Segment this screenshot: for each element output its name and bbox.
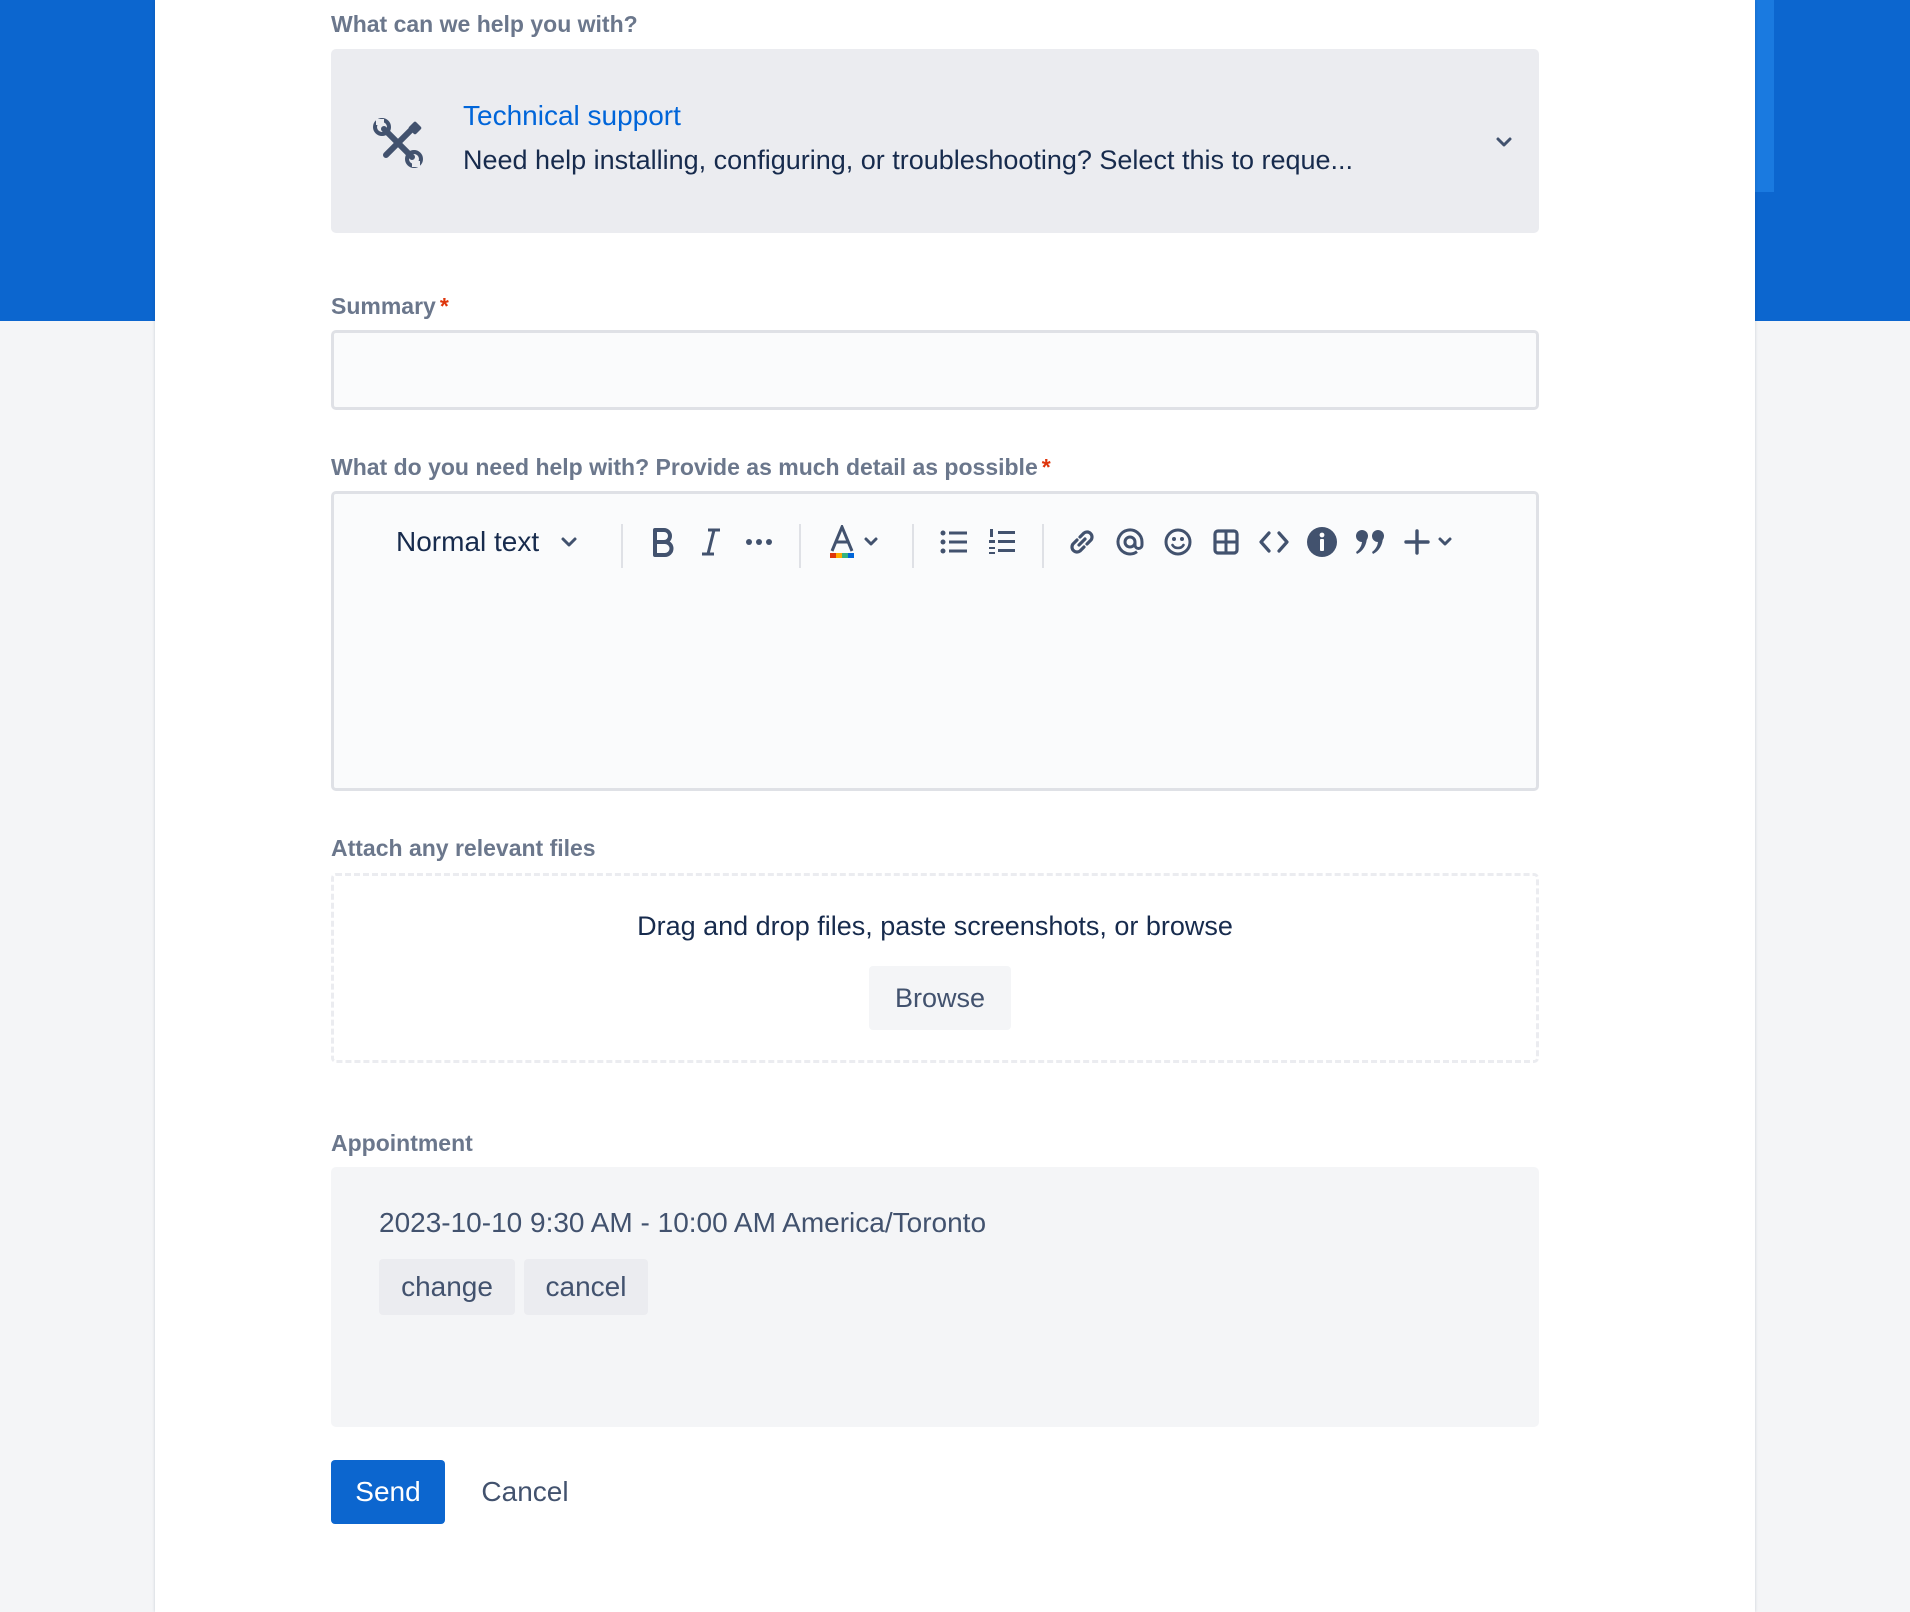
text-style-dropdown[interactable]: Normal text <box>396 514 608 570</box>
code-button[interactable] <box>1252 514 1296 570</box>
link-icon <box>1067 527 1097 557</box>
request-type-title: Technical support <box>463 100 681 131</box>
insert-button[interactable] <box>1396 514 1462 570</box>
header-accent <box>1755 0 1774 192</box>
appointment-value: 2023-10-10 9:30 AM - 10:00 AM America/To… <box>379 1207 987 1238</box>
summary-label: Summary * <box>331 293 449 320</box>
text-color-icon <box>828 525 856 559</box>
cancel-appointment-button[interactable]: cancel <box>524 1259 648 1315</box>
text-style-label: Normal text <box>396 526 540 557</box>
table-icon <box>1212 528 1240 556</box>
info-panel-icon <box>1306 526 1338 558</box>
mention-icon <box>1115 527 1145 557</box>
request-form-card: What can we help you with? Technical sup… <box>155 0 1755 1612</box>
required-marker: * <box>1041 454 1051 480</box>
numbered-list-button[interactable] <box>980 514 1024 570</box>
request-type-select[interactable]: Technical support Need help installing, … <box>331 49 1539 233</box>
description-editor: Normal text <box>331 491 1539 791</box>
browse-button[interactable]: Browse <box>869 966 1011 1030</box>
request-type-description: Need help installing, configuring, or tr… <box>463 145 1354 175</box>
toolbar-divider <box>1042 524 1044 568</box>
info-panel-button[interactable] <box>1300 514 1344 570</box>
appointment-label: Appointment <box>331 1130 473 1156</box>
file-dropzone[interactable]: Drag and drop files, paste screenshots, … <box>331 873 1539 1063</box>
toolbar-divider <box>621 524 623 568</box>
request-type-label: What can we help you with? <box>331 11 638 37</box>
chevron-down-icon <box>1436 533 1454 551</box>
cancel-button[interactable]: Cancel <box>459 1460 591 1524</box>
table-button[interactable] <box>1204 514 1248 570</box>
italic-button[interactable] <box>689 514 733 570</box>
mention-button[interactable] <box>1108 514 1152 570</box>
quote-button[interactable] <box>1348 514 1392 570</box>
send-button[interactable]: Send <box>331 1460 445 1524</box>
attachments-label: Attach any relevant files <box>331 835 596 861</box>
numbered-list-icon <box>988 528 1016 556</box>
toolbar-divider <box>912 524 914 568</box>
chevron-down-icon <box>559 532 579 552</box>
insert-icon <box>1404 529 1430 555</box>
more-formatting-button[interactable] <box>737 514 781 570</box>
tools-icon <box>372 117 424 169</box>
bullet-list-button[interactable] <box>932 514 976 570</box>
quote-icon <box>1354 527 1386 557</box>
description-label-text: What do you need help with? Provide as m… <box>331 454 1038 480</box>
bold-button[interactable] <box>641 514 685 570</box>
change-appointment-button[interactable]: change <box>379 1259 515 1315</box>
bullet-list-icon <box>940 529 968 555</box>
required-marker: * <box>439 293 449 319</box>
dropzone-prompt: Drag and drop files, paste screenshots, … <box>637 911 1233 941</box>
emoji-button[interactable] <box>1156 514 1200 570</box>
editor-toolbar: Normal text <box>334 514 1536 570</box>
text-color-button[interactable] <box>818 514 890 570</box>
link-button[interactable] <box>1060 514 1104 570</box>
appointment-panel: 2023-10-10 9:30 AM - 10:00 AM America/To… <box>331 1167 1539 1427</box>
description-text-area[interactable] <box>334 584 1536 788</box>
chevron-down-icon <box>1493 131 1515 153</box>
emoji-icon <box>1163 527 1193 557</box>
description-label: What do you need help with? Provide as m… <box>331 454 1051 481</box>
toolbar-divider <box>799 524 801 568</box>
more-formatting-icon <box>745 538 773 546</box>
bold-icon <box>650 527 676 557</box>
italic-icon <box>699 527 723 557</box>
summary-label-text: Summary <box>331 293 436 319</box>
summary-input[interactable] <box>331 330 1539 410</box>
chevron-down-icon <box>862 533 880 551</box>
code-icon <box>1258 529 1290 555</box>
